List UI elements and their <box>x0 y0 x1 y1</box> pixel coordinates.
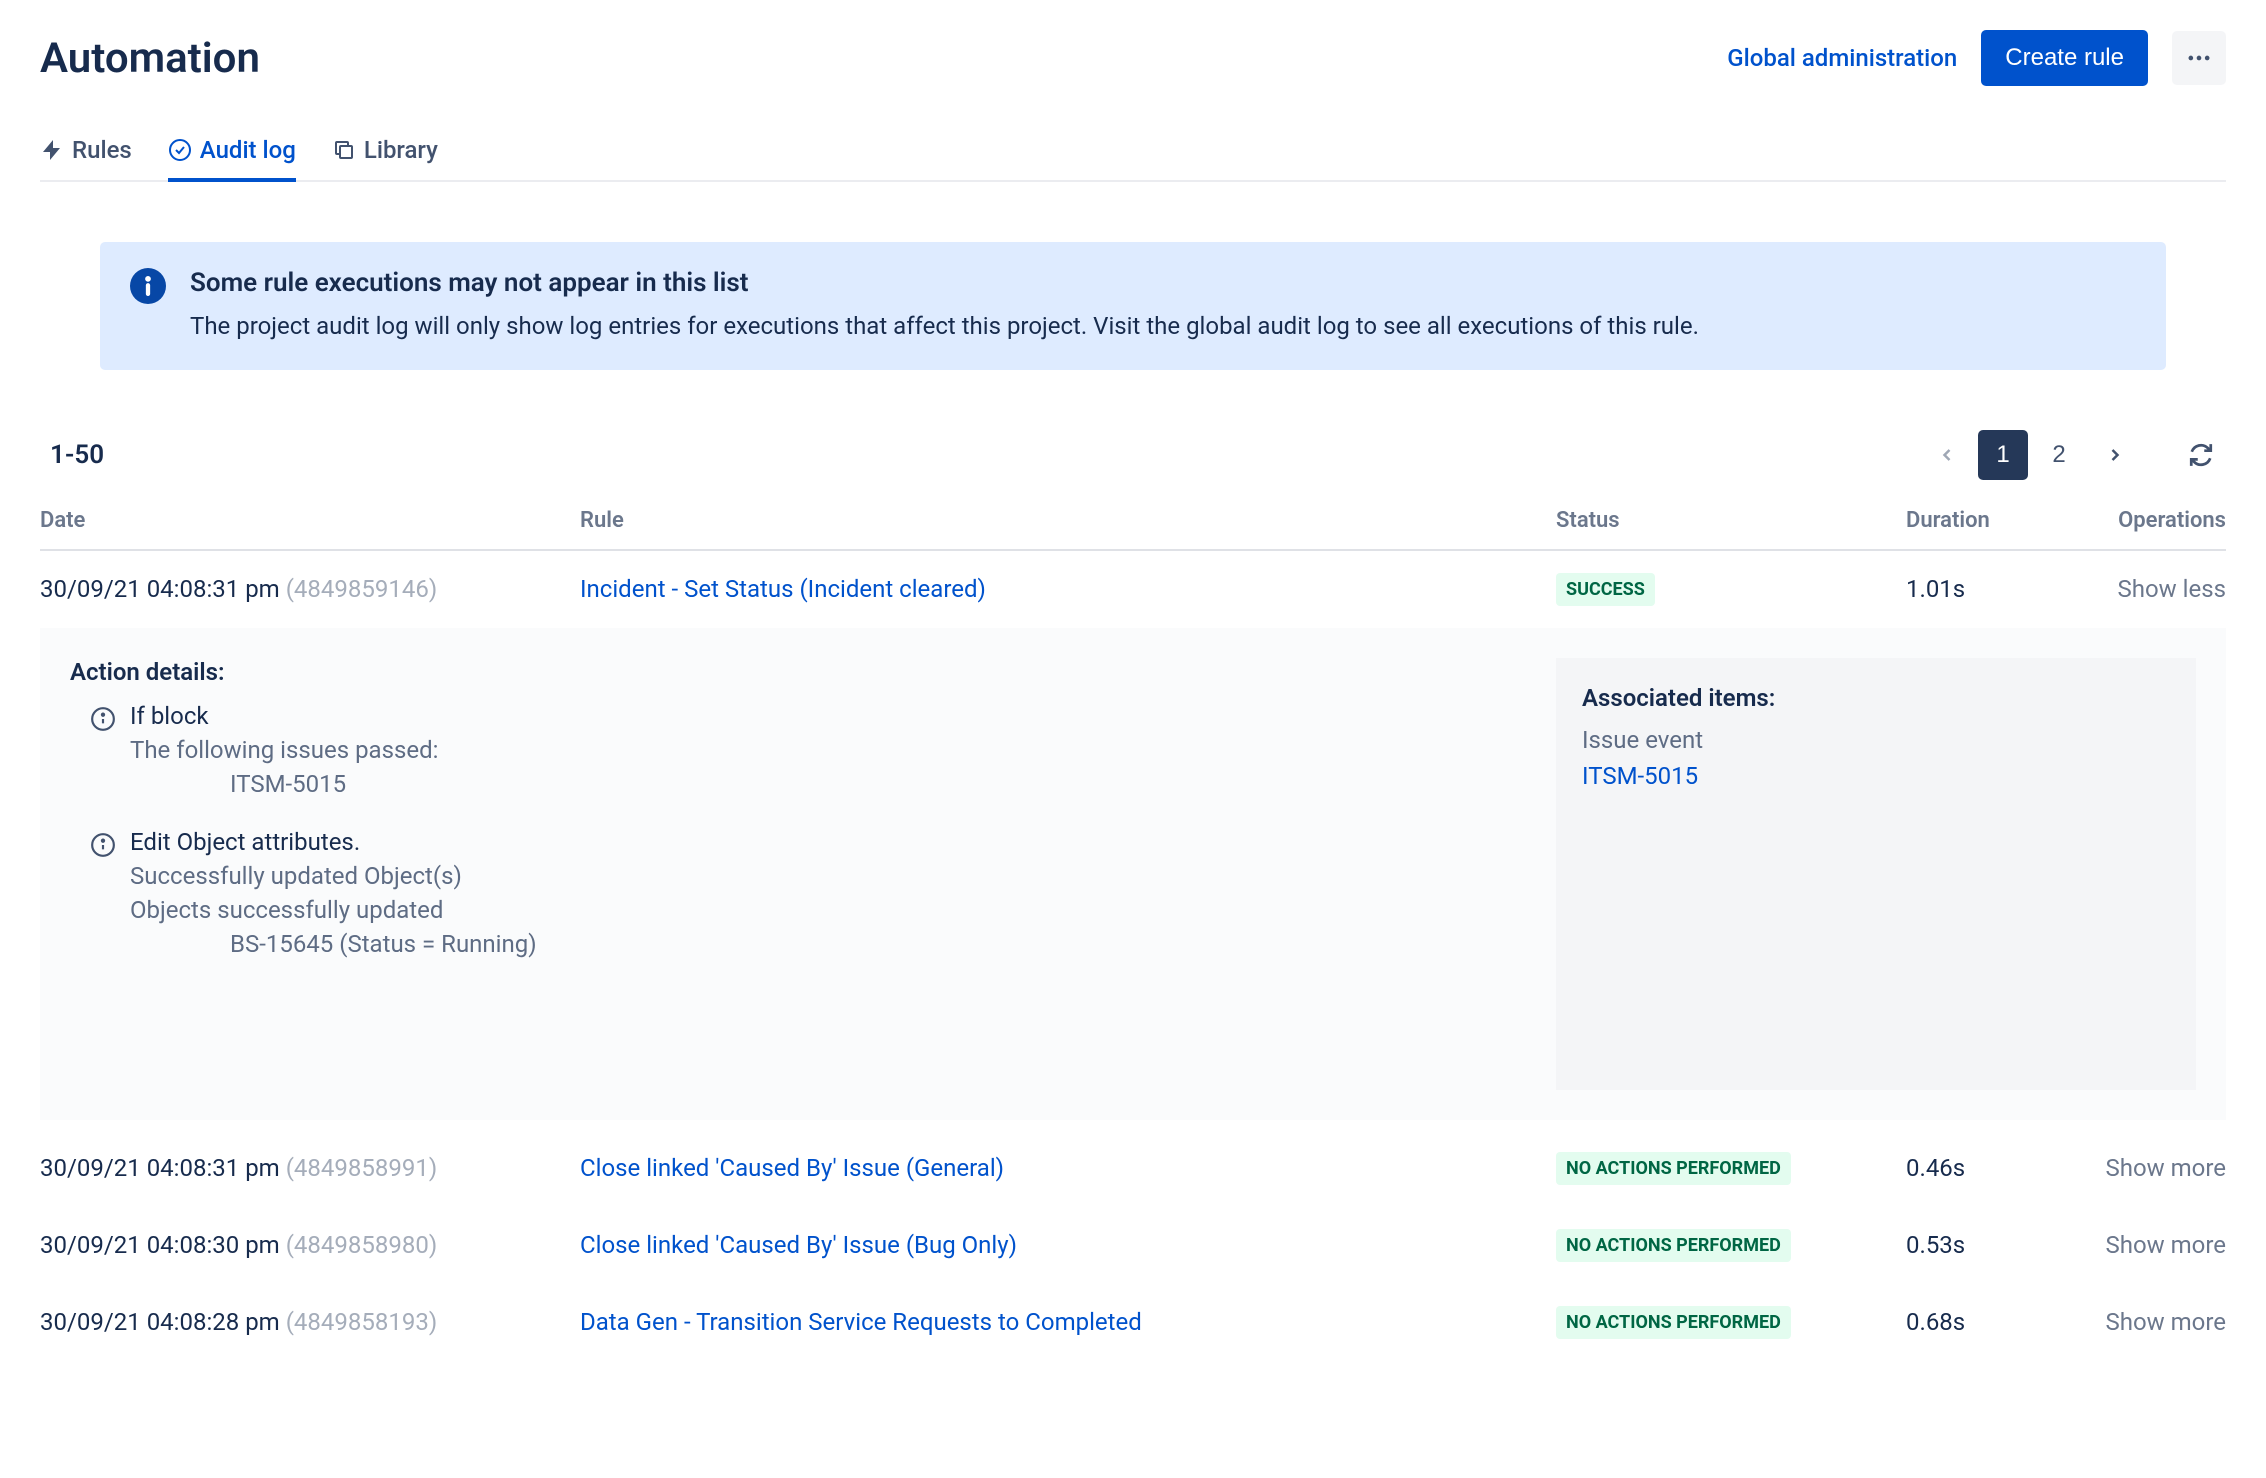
header-duration: Duration <box>1906 508 2046 533</box>
rule-link[interactable]: Incident - Set Status (Incident cleared) <box>580 575 986 603</box>
tab-label: Rules <box>72 136 132 164</box>
global-admin-link[interactable]: Global administration <box>1727 44 1957 72</box>
action-indent: ITSM-5015 <box>130 770 438 798</box>
action-item: If block The following issues passed: ITSM… <box>70 702 1526 804</box>
status-badge: NO ACTIONS PERFORMED <box>1556 1229 1791 1262</box>
row-execution-id: (4849858193) <box>286 1308 437 1336</box>
page-2-button[interactable]: 2 <box>2034 430 2084 480</box>
chevron-left-icon <box>1937 445 1957 465</box>
info-banner: Some rule executions may not appear in t… <box>100 242 2166 370</box>
header-date: Date <box>40 508 580 533</box>
header-operations: Operations <box>2046 508 2226 533</box>
tab-library[interactable]: Library <box>332 126 438 182</box>
results-range: 1-50 <box>40 440 104 470</box>
rule-link[interactable]: Data Gen - Transition Service Requests t… <box>580 1308 1142 1336</box>
copy-icon <box>332 138 356 162</box>
table-row: 30/09/21 04:08:30 pm(4849858980) Close li… <box>40 1207 2226 1284</box>
details-panel: Action details: If block The following iss… <box>40 628 2226 1120</box>
more-menu-button[interactable] <box>2172 31 2226 85</box>
info-outline-icon <box>90 706 116 732</box>
status-badge: NO ACTIONS PERFORMED <box>1556 1152 1791 1185</box>
page-prev-button[interactable] <box>1922 430 1972 480</box>
page-title: Automation <box>40 34 260 83</box>
tab-label: Audit log <box>200 136 296 164</box>
row-execution-id: (4849859146) <box>286 575 437 603</box>
action-indent: BS-15645 (Status = Running) <box>130 930 537 958</box>
chevron-right-icon <box>2105 445 2125 465</box>
status-badge: SUCCESS <box>1556 573 1655 606</box>
action-item: Edit Object attributes. Successfully upda… <box>70 828 1526 964</box>
row-execution-id: (4849858991) <box>286 1154 437 1182</box>
toggle-details-link[interactable]: Show more <box>2046 1154 2226 1182</box>
banner-title: Some rule executions may not appear in t… <box>190 268 1699 298</box>
row-date: 30/09/21 04:08:31 pm <box>40 1154 280 1182</box>
row-date: 30/09/21 04:08:31 pm <box>40 575 280 603</box>
action-line: Objects successfully updated <box>130 896 537 924</box>
rule-link[interactable]: Close linked 'Caused By' Issue (Bug Only… <box>580 1231 1017 1259</box>
row-duration: 0.53s <box>1906 1231 2046 1259</box>
table-row: 30/09/21 04:08:31 pm(4849858991) Close li… <box>40 1130 2226 1207</box>
associated-title: Associated items: <box>1582 684 2170 712</box>
row-duration: 0.46s <box>1906 1154 2046 1182</box>
associated-item-link[interactable]: ITSM-5015 <box>1582 762 1698 790</box>
tab-rules[interactable]: Rules <box>40 126 132 182</box>
banner-text: The project audit log will only show log… <box>190 310 1699 344</box>
create-rule-button[interactable]: Create rule <box>1981 30 2148 86</box>
status-badge: NO ACTIONS PERFORMED <box>1556 1306 1791 1339</box>
details-title: Action details: <box>70 658 1526 686</box>
tab-audit-log[interactable]: Audit log <box>168 126 296 182</box>
lightning-icon <box>40 138 64 162</box>
action-title: Edit Object attributes. <box>130 828 537 856</box>
tab-label: Library <box>364 136 438 164</box>
info-outline-icon <box>90 832 116 858</box>
page-1-button[interactable]: 1 <box>1978 430 2028 480</box>
page-next-button[interactable] <box>2090 430 2140 480</box>
check-circle-icon <box>168 138 192 162</box>
row-duration: 0.68s <box>1906 1308 2046 1336</box>
action-line: The following issues passed: <box>130 736 438 764</box>
action-title: If block <box>130 702 438 730</box>
associated-label: Issue event <box>1582 726 2170 754</box>
row-duration: 1.01s <box>1906 575 2046 603</box>
table-row: 30/09/21 04:08:28 pm(4849858193) Data Gen… <box>40 1284 2226 1361</box>
row-date: 30/09/21 04:08:28 pm <box>40 1308 280 1336</box>
header-status: Status <box>1556 508 1906 533</box>
table-row: 30/09/21 04:08:31 pm(4849859146) Incident… <box>40 551 2226 628</box>
more-horizontal-icon <box>2185 44 2213 72</box>
toggle-details-link[interactable]: Show more <box>2046 1231 2226 1259</box>
table-header: Date Rule Status Duration Operations <box>40 508 2226 551</box>
refresh-icon <box>2188 442 2214 468</box>
action-line: Successfully updated Object(s) <box>130 862 537 890</box>
toggle-details-link[interactable]: Show more <box>2046 1308 2226 1336</box>
info-icon <box>130 268 166 304</box>
header-rule: Rule <box>580 508 1556 533</box>
row-date: 30/09/21 04:08:30 pm <box>40 1231 280 1259</box>
row-execution-id: (4849858980) <box>286 1231 437 1259</box>
toggle-details-link[interactable]: Show less <box>2046 575 2226 603</box>
refresh-button[interactable] <box>2176 430 2226 480</box>
rule-link[interactable]: Close linked 'Caused By' Issue (General) <box>580 1154 1004 1182</box>
